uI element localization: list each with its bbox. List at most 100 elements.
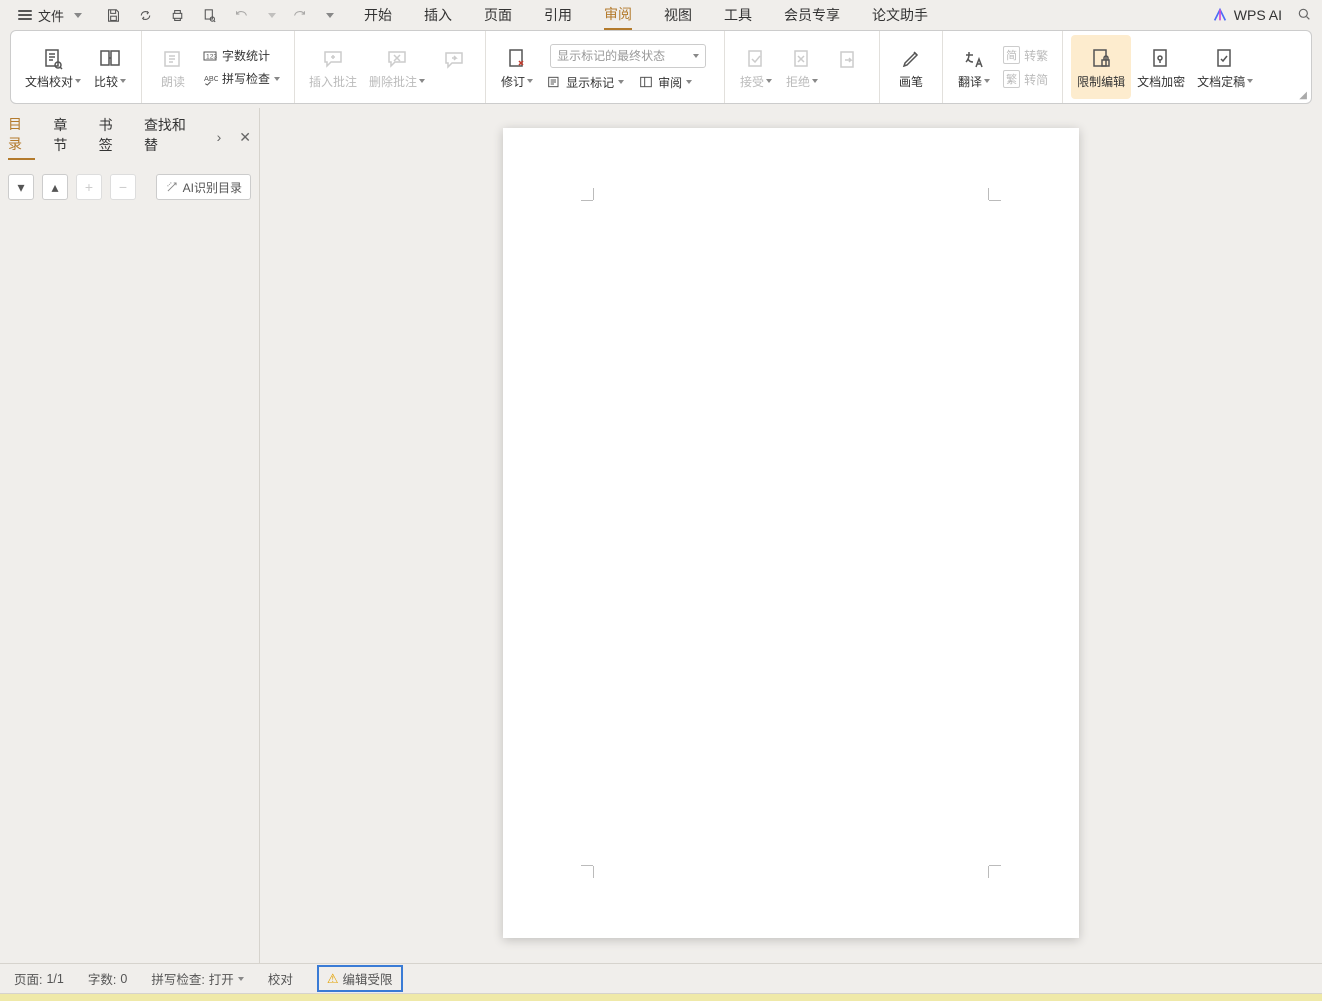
tab-reference[interactable]: 引用 [544, 1, 572, 29]
nav-tab-find[interactable]: 查找和替 [144, 115, 199, 159]
svg-text:ABC: ABC [204, 74, 218, 83]
restrict-editing-button[interactable]: 限制编辑 [1071, 35, 1131, 99]
nav-tab-bookmarks[interactable]: 书签 [99, 115, 126, 159]
track-changes-button[interactable]: 修订 [494, 35, 540, 99]
warning-icon: ⚠ [327, 971, 339, 987]
svg-text:123: 123 [206, 53, 217, 60]
prev-next-change-icon [836, 46, 860, 74]
page-margin-corner [581, 864, 595, 878]
print-icon[interactable] [168, 6, 186, 24]
status-word-value: 0 [120, 972, 127, 986]
encrypt-doc-button[interactable]: 文档加密 [1131, 35, 1191, 99]
chevron-down-icon [120, 79, 126, 83]
compare-icon [98, 45, 122, 73]
finalize-doc-label: 文档定稿 [1197, 73, 1245, 90]
nav-tab-chapters[interactable]: 章节 [53, 115, 80, 159]
chevron-down-icon [527, 79, 533, 83]
hamburger-icon [18, 8, 32, 22]
nav-pane-close-icon[interactable]: ✕ [239, 129, 251, 146]
status-page-value: 1/1 [46, 972, 63, 986]
read-aloud-button: 朗读 [150, 35, 196, 99]
reviewing-pane-label: 审阅 [658, 74, 682, 91]
ai-detect-toc-button[interactable]: AI识别目录 [156, 174, 251, 200]
reviewing-pane-icon [638, 74, 654, 90]
read-aloud-icon [161, 45, 185, 73]
status-bar: 页面: 1/1 字数: 0 拼写检查: 打开 校对 ⚠ 编辑受限 [0, 963, 1322, 993]
ai-detect-toc-label: AI识别目录 [183, 179, 242, 196]
redo-icon[interactable] [290, 6, 308, 24]
wps-ai-label: WPS AI [1234, 7, 1282, 23]
ink-pen-button[interactable]: 画笔 [888, 35, 934, 99]
wand-icon [165, 180, 179, 194]
status-edit-restricted[interactable]: ⚠ 编辑受限 [317, 965, 403, 992]
compare-button[interactable]: 比较 [87, 35, 133, 99]
page-margin-corner [581, 188, 595, 202]
ribbon-expand-icon[interactable]: ◢ [1299, 90, 1307, 101]
toc-expand-down-button[interactable]: ▾ [8, 174, 34, 200]
tab-member[interactable]: 会员专享 [784, 1, 840, 29]
status-spellcheck[interactable]: 拼写检查: 打开 [151, 969, 244, 988]
reviewing-pane-button[interactable]: 审阅 [638, 74, 692, 91]
tab-view[interactable]: 视图 [664, 1, 692, 29]
trad-to-simp-button: 繁 转简 [1003, 70, 1048, 88]
chevron-down-icon [74, 13, 82, 18]
display-for-review-value: 显示标记的最终状态 [557, 47, 665, 64]
track-changes-icon [505, 45, 529, 73]
restrict-editing-label: 限制编辑 [1077, 73, 1125, 90]
display-for-review-combo[interactable]: 显示标记的最终状态 [550, 44, 706, 68]
finalize-doc-icon [1213, 45, 1237, 73]
word-count-button[interactable]: 123 字数统计 [202, 47, 280, 64]
print-preview-icon[interactable] [200, 6, 218, 24]
finalize-doc-button[interactable]: 文档定稿 [1191, 35, 1259, 99]
quick-customize-icon[interactable] [326, 13, 334, 18]
toc-promote-button: + [76, 174, 102, 200]
reject-change-button: 拒绝 [779, 35, 825, 99]
tab-tools[interactable]: 工具 [724, 1, 752, 29]
simp-to-trad-button: 简 转繁 [1003, 46, 1048, 64]
status-proofread[interactable]: 校对 [268, 969, 293, 988]
doc-proofread-label: 文档校对 [25, 73, 73, 90]
tab-insert[interactable]: 插入 [424, 1, 452, 29]
doc-proofread-icon [41, 45, 65, 73]
file-menu-button[interactable]: 文件 [10, 3, 90, 28]
document-canvas[interactable] [260, 108, 1322, 963]
save-icon[interactable] [104, 6, 122, 24]
status-edit-restricted-label: 编辑受限 [342, 969, 392, 988]
wps-ai-button[interactable]: WPS AI [1212, 7, 1282, 23]
chevron-down-icon [693, 54, 699, 58]
show-markup-button[interactable]: 显示标记 [546, 74, 624, 91]
word-count-label: 字数统计 [222, 47, 270, 64]
translate-button[interactable]: 翻译 [951, 35, 997, 99]
spell-check-button[interactable]: ABC 拼写检查 [202, 70, 280, 87]
page-margin-corner [987, 864, 1001, 878]
tab-start[interactable]: 开始 [364, 1, 392, 29]
word-count-icon: 123 [202, 48, 218, 64]
restrict-editing-icon [1089, 45, 1113, 73]
tab-thesis[interactable]: 论文助手 [872, 1, 928, 29]
undo-icon[interactable] [232, 6, 250, 24]
tab-page[interactable]: 页面 [484, 1, 512, 29]
chevron-down-icon [812, 79, 818, 83]
show-markup-label: 显示标记 [566, 74, 614, 91]
accept-icon [744, 45, 768, 73]
simp-to-trad-label: 转繁 [1024, 47, 1048, 64]
navigation-pane: 目录 章节 书签 查找和替 › ✕ ▾ ▴ + − AI识别目录 [0, 108, 260, 963]
insert-comment-button: 插入批注 [303, 35, 363, 99]
wps-ai-logo-icon [1212, 7, 1228, 23]
doc-proofread-button[interactable]: 文档校对 [19, 35, 87, 99]
ribbon-tabs: 开始 插入 页面 引用 审阅 视图 工具 会员专享 论文助手 [364, 0, 928, 30]
search-icon[interactable] [1296, 6, 1312, 25]
chevron-down-icon [1247, 79, 1253, 83]
sync-icon[interactable] [136, 6, 154, 24]
next-comment-button [431, 35, 477, 99]
status-page: 页面: 1/1 [14, 969, 64, 988]
toc-collapse-up-button[interactable]: ▴ [42, 174, 68, 200]
tab-review[interactable]: 审阅 [604, 0, 632, 30]
document-page[interactable] [503, 128, 1079, 938]
nav-tab-toc[interactable]: 目录 [8, 114, 35, 160]
status-spellcheck-value: 打开 [209, 969, 234, 988]
nav-tabs-more-icon[interactable]: › [217, 129, 222, 145]
chevron-down-icon [618, 80, 624, 84]
toc-demote-button: − [110, 174, 136, 200]
undo-dropdown-icon[interactable] [268, 13, 276, 18]
